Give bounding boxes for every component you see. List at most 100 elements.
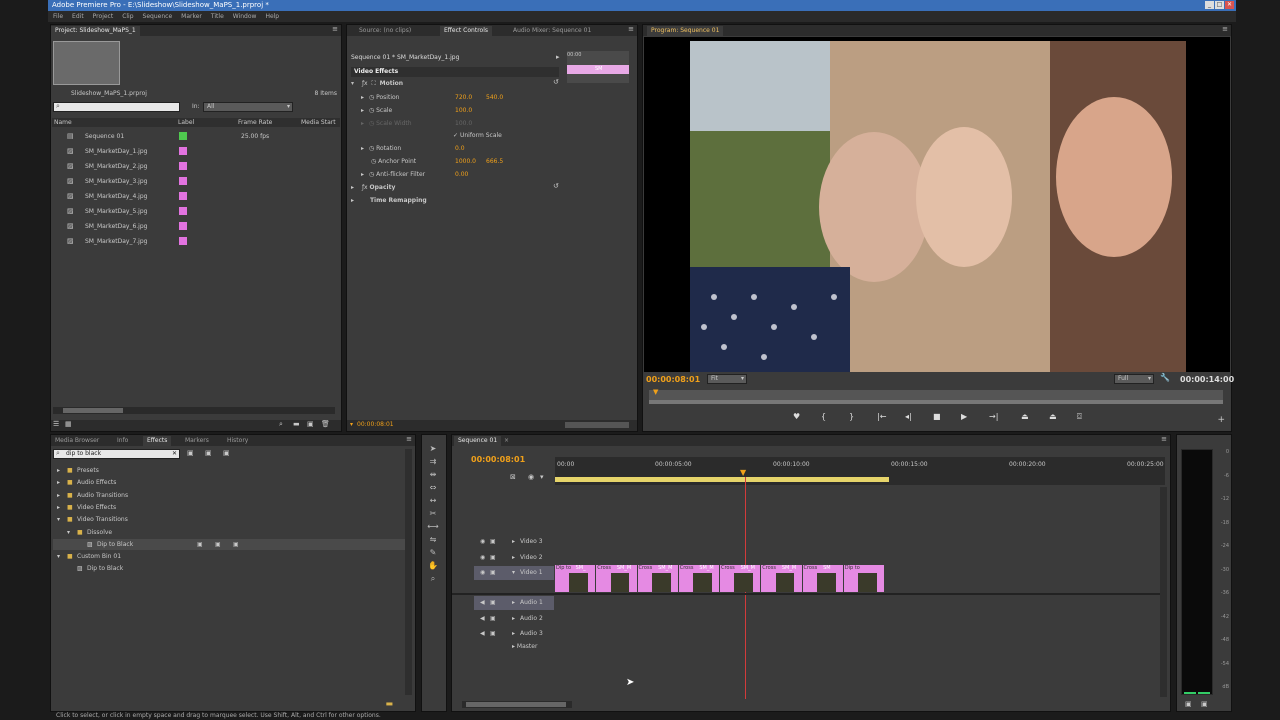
wrench-icon[interactable]: 🔧 — [1160, 373, 1170, 382]
timeline-scrollbar[interactable] — [1160, 487, 1167, 697]
timeline-clip[interactable]: Dip to — [843, 565, 884, 592]
go-to-in-icon[interactable]: |← — [877, 412, 886, 421]
collapse-triangle-icon[interactable]: ▸ — [57, 490, 60, 501]
menu-project[interactable]: Project — [93, 13, 114, 20]
32bit-effects-icon[interactable]: ▣ — [205, 449, 212, 457]
expand-triangle-icon[interactable]: ▾ — [57, 551, 60, 562]
expand-triangle-icon[interactable]: ▸ — [512, 627, 515, 641]
project-item-row[interactable]: ▨ SM_MarketDay_4.jpg — [53, 189, 339, 204]
extract-icon[interactable]: ⏏ — [1049, 412, 1057, 421]
reset-icon[interactable]: ↺ — [553, 78, 559, 86]
play-icon[interactable]: ▸ — [556, 53, 560, 61]
project-item-row[interactable]: ▨ SM_MarketDay_1.jpg — [53, 144, 339, 159]
project-item-row[interactable]: ▨ SM_MarketDay_5.jpg — [53, 204, 339, 219]
marker-icon[interactable]: ▾ — [540, 473, 544, 481]
tab-markers[interactable]: Markers — [181, 436, 213, 446]
video-track-header[interactable]: ◉ ▣ ▸ Video 2 — [474, 551, 554, 565]
position-x-value[interactable]: 720.0 — [455, 94, 472, 101]
expand-triangle-icon[interactable]: ▸ — [361, 107, 364, 114]
fit-dropdown[interactable]: Fit ▾ — [707, 374, 747, 384]
project-item-row[interactable]: ▤ Sequence 01 25.00 fps — [53, 129, 339, 144]
hand-tool-icon[interactable]: ✋ — [427, 560, 439, 571]
label-color-swatch[interactable] — [179, 147, 187, 155]
playhead-icon[interactable]: ▼ — [740, 468, 746, 477]
uniform-scale-checkbox[interactable]: ✓ Uniform Scale — [453, 132, 502, 139]
expand-triangle-icon[interactable]: ▸ — [351, 197, 354, 204]
tab-effects[interactable]: Effects — [143, 436, 172, 446]
collapse-triangle-icon[interactable]: ▸ — [57, 502, 60, 513]
lock-track-icon[interactable]: ▣ — [490, 612, 496, 626]
panel-menu-icon[interactable]: ≡ — [406, 435, 412, 443]
video-track-header[interactable]: ◉ ▣ ▾ Video 1 — [474, 566, 554, 580]
transition-label[interactable]: Cross — [639, 565, 653, 571]
ripple-edit-tool-icon[interactable]: ⇹ — [427, 469, 439, 480]
play-icon[interactable]: ▶ — [961, 412, 967, 421]
mini-timeline[interactable]: 00:00 SM — [567, 51, 629, 83]
menu-clip[interactable]: Clip — [122, 13, 133, 20]
timeline-current-time[interactable]: 00:00:08:01 — [471, 455, 525, 464]
stopwatch-icon[interactable]: ◷ — [369, 94, 374, 101]
menu-marker[interactable]: Marker — [181, 13, 202, 20]
effects-tree-item[interactable]: ▸ ■ Audio Transitions — [53, 490, 405, 501]
mark-in-icon[interactable]: { — [821, 412, 826, 421]
panel-menu-icon[interactable]: ≡ — [628, 25, 634, 33]
step-back-icon[interactable]: ◂| — [905, 412, 912, 421]
tab-program[interactable]: Program: Sequence 01 — [647, 26, 724, 36]
trash-icon[interactable]: 🗑 — [321, 420, 330, 428]
program-current-time[interactable]: 00:00:08:01 — [646, 375, 700, 384]
motion-row[interactable]: ▾ ƒx ⛶ Motion — [351, 80, 403, 88]
speaker-icon[interactable]: ◀ — [480, 612, 485, 626]
export-frame-icon[interactable]: ⌼ — [1077, 412, 1082, 422]
zoom-slider[interactable] — [565, 422, 629, 428]
toggle-track-output-icon[interactable]: ◉ — [480, 566, 485, 580]
set-marker-icon[interactable]: ◉ — [528, 473, 534, 481]
label-color-swatch[interactable] — [179, 192, 187, 200]
column-media-start[interactable]: Media Start — [301, 118, 336, 127]
transition-label[interactable]: Cross — [721, 565, 735, 571]
yuv-effects-icon[interactable]: ▣ — [223, 449, 230, 457]
pen-tool-icon[interactable]: ✎ — [427, 547, 439, 558]
audio-track-header[interactable]: ◀ ▣ ▸ Audio 2 — [474, 612, 554, 626]
effects-search-input[interactable]: ⌕ dip to black ✕ — [53, 449, 180, 459]
lift-icon[interactable]: ⏏ — [1021, 412, 1029, 421]
menu-title[interactable]: Title — [211, 13, 224, 20]
video-viewport[interactable] — [644, 37, 1230, 372]
track-select-tool-icon[interactable]: ⇉ — [427, 456, 439, 467]
reset-icon[interactable]: ↺ — [553, 182, 559, 190]
column-label[interactable]: Label — [178, 118, 194, 127]
list-view-icon[interactable]: ☰ — [53, 420, 59, 428]
antiflicker-value[interactable]: 0.00 — [455, 171, 468, 178]
toggle-track-output-icon[interactable]: ◉ — [480, 551, 485, 565]
expand-triangle-icon[interactable]: ▸ — [512, 612, 515, 626]
position-y-value[interactable]: 540.0 — [486, 94, 503, 101]
project-horizontal-scrollbar[interactable] — [53, 407, 335, 414]
expand-triangle-icon[interactable]: ▸ — [361, 145, 364, 152]
expand-triangle-icon[interactable]: ▸ — [512, 596, 515, 610]
timeline-clip[interactable]: Cross SM_M — [637, 565, 678, 592]
add-marker-icon[interactable]: ♥ — [793, 412, 800, 421]
tab-project[interactable]: Project: Slideshow_MaPS_1 — [51, 26, 140, 36]
effects-tree-item[interactable]: ▾ ■ Video Transitions — [53, 514, 405, 525]
master-track-header[interactable]: ▸ Master — [512, 643, 537, 650]
effect-controls-time[interactable]: 00:00:08:01 — [357, 421, 394, 428]
effects-tree-item[interactable]: ▨ Dip to Black ▣ ▣ ▣ — [53, 538, 405, 550]
new-bin-icon[interactable]: ▬ — [385, 699, 393, 708]
label-color-swatch[interactable] — [179, 162, 187, 170]
lock-track-icon[interactable]: ▣ — [490, 535, 496, 549]
menu-window[interactable]: Window — [233, 13, 257, 20]
effects-tree-item[interactable]: ▸ ■ Video Effects — [53, 502, 405, 513]
speaker-icon[interactable]: ◀ — [480, 596, 485, 610]
timeline-clip[interactable]: Cross SM_M — [761, 565, 802, 592]
expand-triangle-icon[interactable]: ▸ — [361, 94, 364, 101]
quality-dropdown[interactable]: Full ▾ — [1114, 374, 1154, 384]
column-frame-rate[interactable]: Frame Rate — [238, 118, 272, 127]
scrollbar-thumb[interactable] — [63, 408, 123, 413]
tab-audio-mixer[interactable]: Audio Mixer: Sequence 01 — [509, 26, 595, 36]
stopwatch-icon[interactable]: ◷ — [369, 145, 374, 152]
solo-right-icon[interactable]: ▣ — [1201, 700, 1208, 708]
label-color-swatch[interactable] — [179, 207, 187, 215]
expand-triangle-icon[interactable]: ▾ — [351, 80, 354, 87]
icon-view-icon[interactable]: ▦ — [65, 420, 72, 428]
expand-triangle-icon[interactable]: ▸ — [512, 551, 515, 565]
anchor-x-value[interactable]: 1000.0 — [455, 158, 476, 165]
